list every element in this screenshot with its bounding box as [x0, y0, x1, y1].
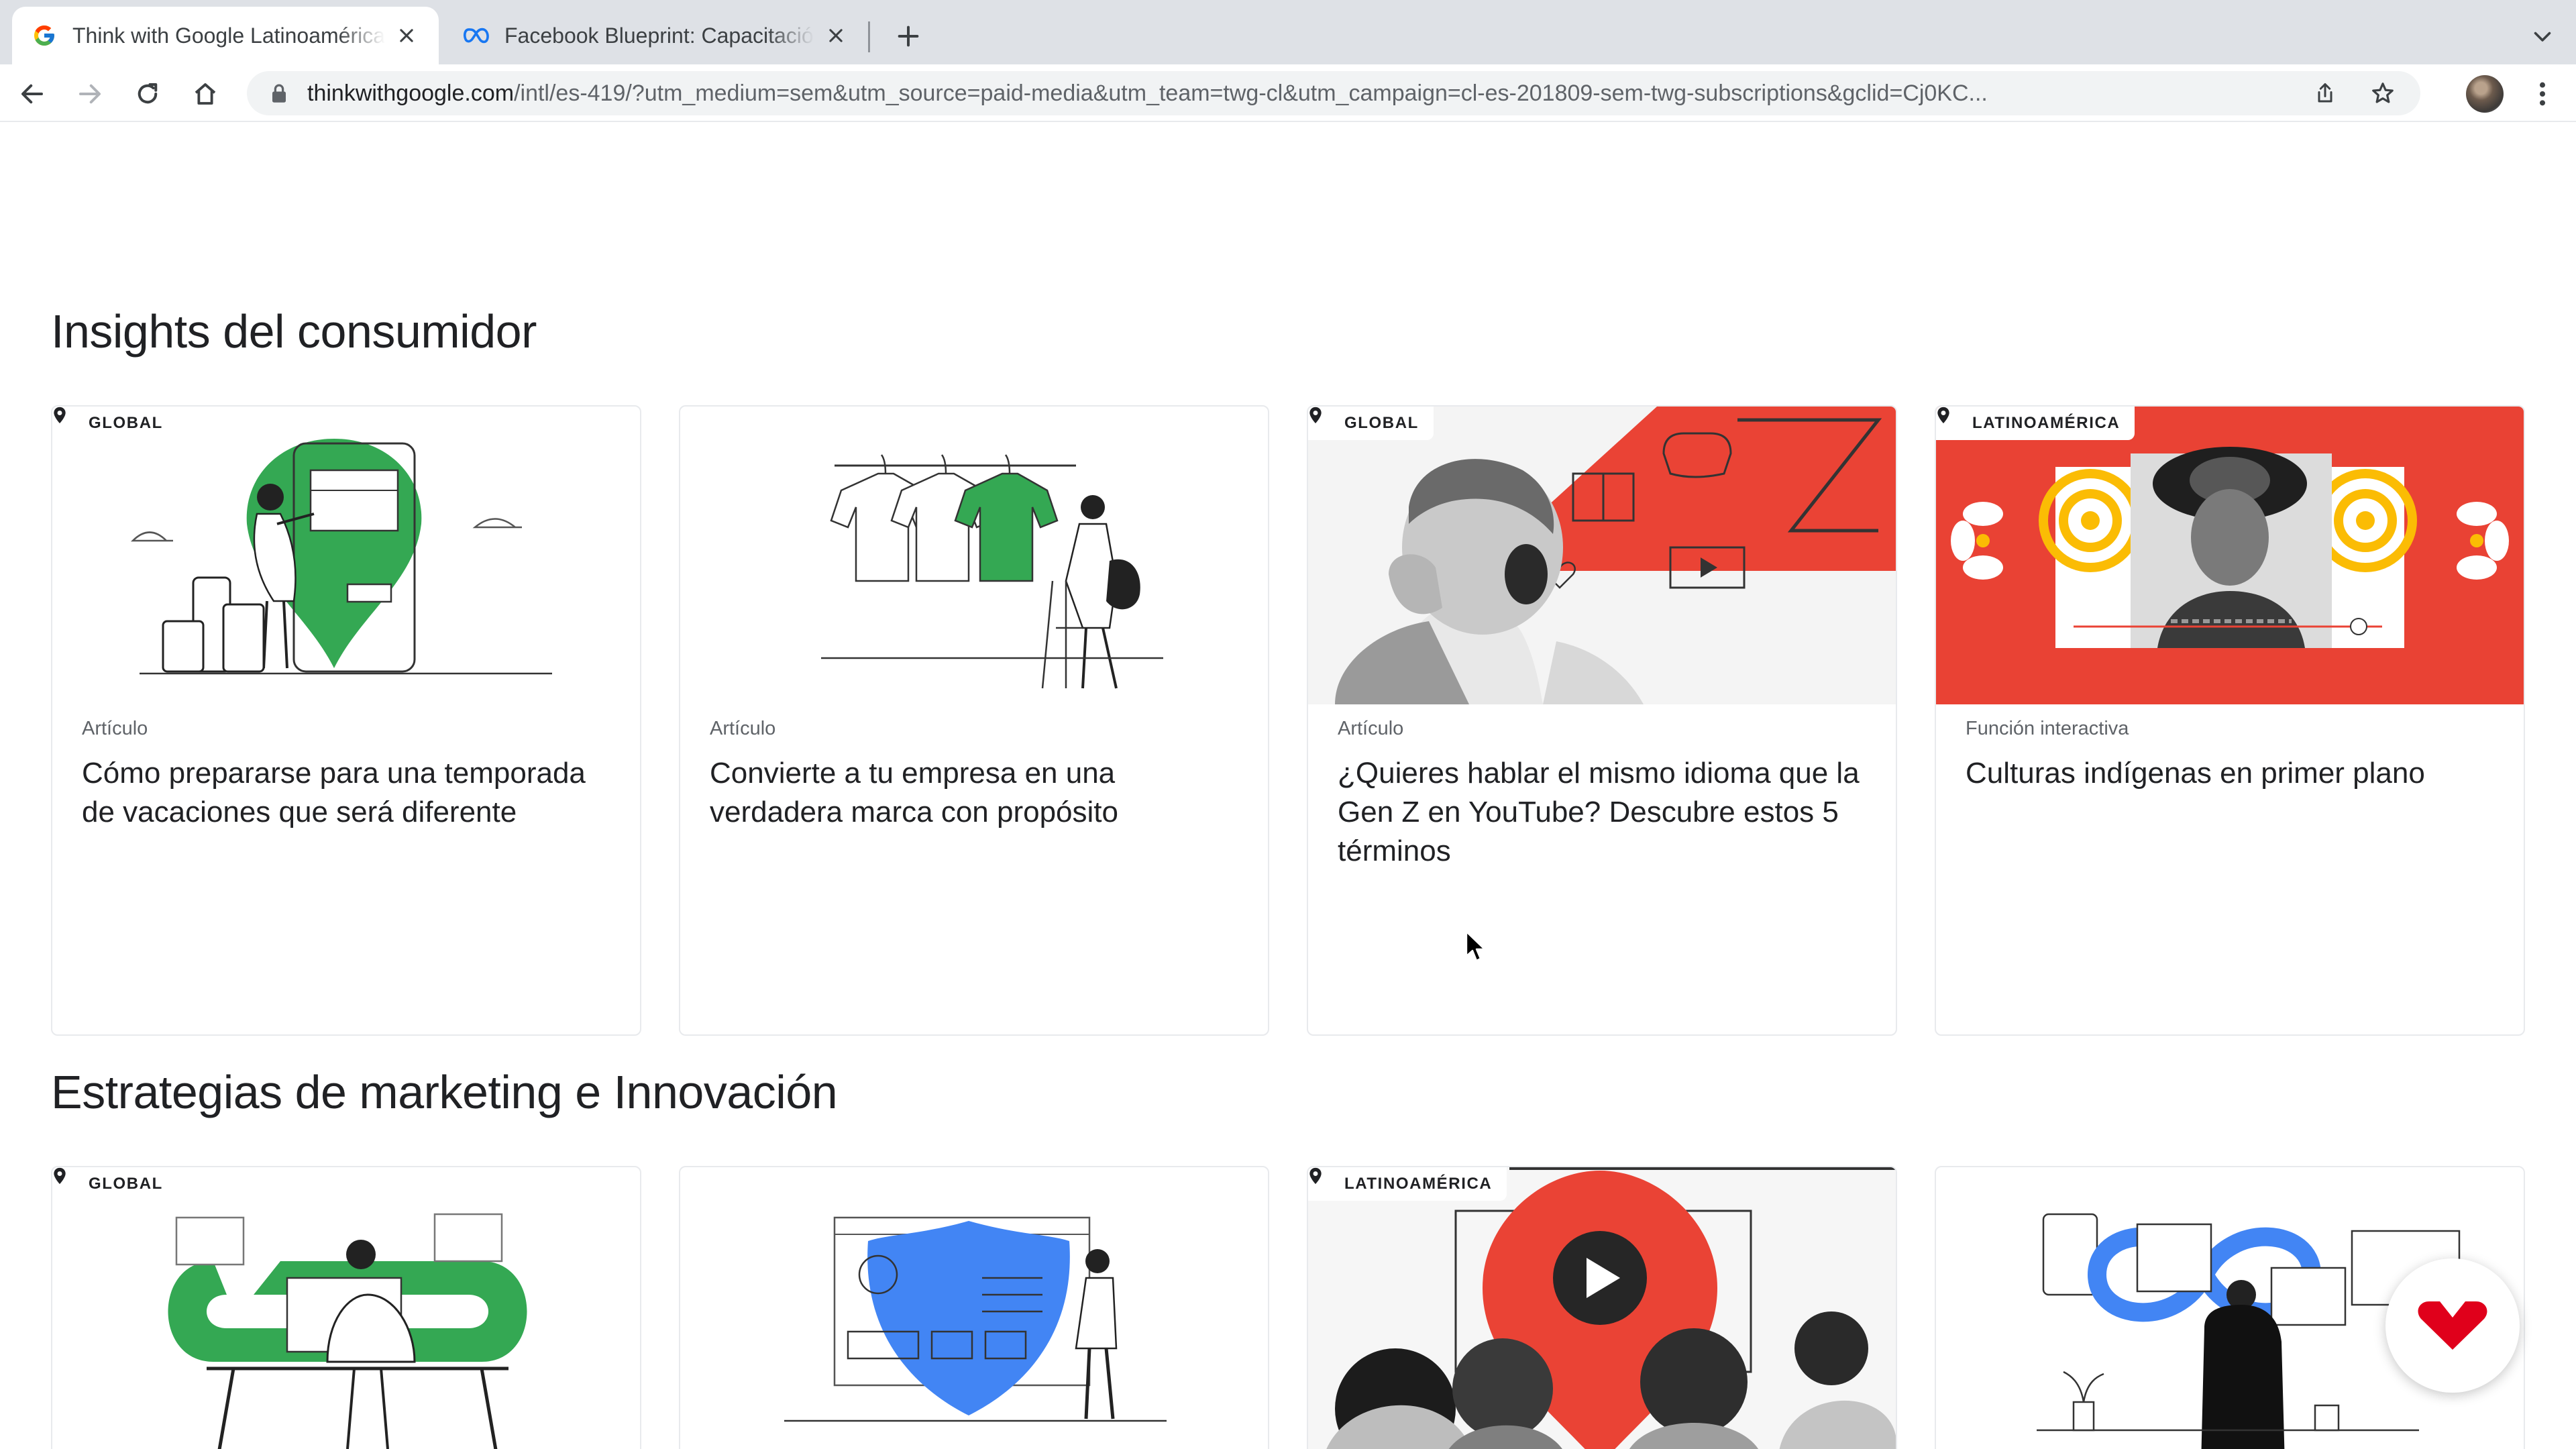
close-tab-icon[interactable]: [393, 22, 420, 49]
bookmark-star-icon[interactable]: [2365, 76, 2400, 111]
region-badge: LATINOAMÉRICA: [1308, 1167, 1507, 1201]
article-card[interactable]: GLOBAL: [51, 1166, 641, 1449]
floating-brand-button[interactable]: [2385, 1258, 2520, 1393]
card-title[interactable]: Convierte a tu empresa en una verdadera …: [710, 754, 1246, 832]
content-type-label: Artículo: [82, 718, 148, 739]
back-button[interactable]: [15, 76, 50, 111]
tab-facebook-blueprint[interactable]: Facebook Blueprint: Capacitación: [444, 7, 868, 64]
forward-button[interactable]: [72, 76, 107, 111]
location-pin-icon: [1309, 1167, 1338, 1193]
profile-avatar[interactable]: [2466, 75, 2504, 113]
location-pin-icon: [54, 407, 82, 432]
url-text: thinkwithgoogle.com/intl/es-419/?utm_med…: [307, 80, 1988, 106]
google-g-icon: [31, 22, 58, 49]
content-type-label: Artículo: [1338, 718, 1404, 739]
region-badge: GLOBAL: [52, 1167, 178, 1201]
card-illustration: [680, 1167, 1268, 1449]
card-title[interactable]: Cómo prepararse para una temporada de va…: [82, 754, 619, 832]
article-card[interactable]: GLOBAL Artículo Cómo prepararse para una…: [51, 405, 641, 1036]
article-card[interactable]: Artículo Convierte a tu empresa en una v…: [679, 405, 1269, 1036]
reload-button[interactable]: [130, 76, 165, 111]
mouse-cursor-icon: [1465, 930, 1486, 962]
region-badge: LATINOAMÉRICA: [1936, 407, 2135, 440]
tab-think-with-google[interactable]: Think with Google Latinoamérica: [12, 7, 439, 64]
close-tab-icon[interactable]: [822, 22, 849, 49]
region-badge: GLOBAL: [52, 407, 178, 440]
card-illustration: [680, 407, 1268, 704]
address-bar[interactable]: thinkwithgoogle.com/intl/es-419/?utm_med…: [247, 71, 2420, 115]
card-illustration: GLOBAL: [1308, 407, 1896, 704]
card-illustration: LATINOAMÉRICA: [1936, 407, 2524, 704]
tab-separator: [868, 21, 870, 52]
section-title-marketing: Estrategias de marketing e Innovación: [51, 1066, 838, 1118]
lock-icon[interactable]: [267, 81, 291, 105]
card-illustration: LATINOAMÉRICA: [1308, 1167, 1896, 1449]
tab-search-chevron-icon[interactable]: [2526, 20, 2559, 52]
content-type-label: Función interactiva: [1966, 718, 2129, 739]
article-card[interactable]: GLOBAL Artículo ¿Quieres hablar el mismo…: [1307, 405, 1897, 1036]
share-icon[interactable]: [2308, 76, 2343, 111]
more-menu-icon[interactable]: [2525, 76, 2560, 111]
heart-logo-icon: [2418, 1301, 2487, 1350]
tab-title: Facebook Blueprint: Capacitación: [504, 23, 814, 48]
card-illustration: GLOBAL: [52, 1167, 640, 1449]
section-title-insights: Insights del consumidor: [51, 305, 537, 358]
home-button[interactable]: [188, 76, 223, 111]
tab-title: Think with Google Latinoamérica: [72, 23, 385, 48]
region-badge: GLOBAL: [1308, 407, 1434, 440]
article-card[interactable]: LATINOAMÉRICA: [1935, 405, 2525, 1036]
location-pin-icon: [54, 1167, 82, 1193]
tab-strip: Think with Google Latinoamérica Facebook…: [0, 0, 2576, 64]
page-content: Insights del consumidor GLOBAL Artículo …: [0, 123, 2576, 1449]
location-pin-icon: [1937, 407, 1966, 432]
meta-infinity-icon: [463, 22, 490, 49]
new-tab-button[interactable]: [890, 17, 927, 55]
card-illustration: GLOBAL: [52, 407, 640, 704]
card-title[interactable]: ¿Quieres hablar el mismo idioma que la G…: [1338, 754, 1874, 871]
location-pin-icon: [1309, 407, 1338, 432]
card-title[interactable]: Culturas indígenas en primer plano: [1966, 754, 2502, 793]
browser-toolbar: thinkwithgoogle.com/intl/es-419/?utm_med…: [0, 64, 2576, 122]
article-card[interactable]: [679, 1166, 1269, 1449]
article-card[interactable]: LATINOAMÉRICA: [1307, 1166, 1897, 1449]
content-type-label: Artículo: [710, 718, 776, 739]
